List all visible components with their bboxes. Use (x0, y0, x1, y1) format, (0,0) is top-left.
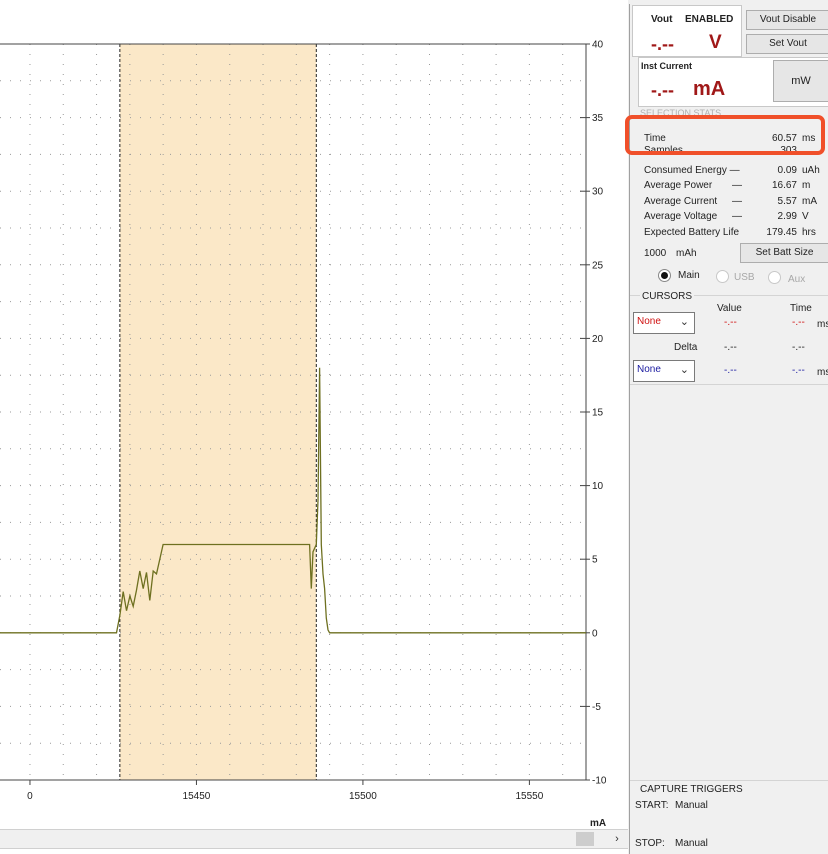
stat-label: Expected Battery Life (644, 227, 740, 238)
cursor2-select[interactable]: None ⌄ (633, 360, 695, 382)
stat-dash: — (732, 196, 742, 207)
battery-size-value: 1000 (644, 248, 667, 259)
inst-current-label: Inst Current (641, 61, 693, 71)
cursor2-select-value: None (637, 364, 661, 375)
y-tick-label: 35 (592, 113, 604, 124)
y-tick-label: -10 (592, 776, 607, 787)
vout-disable-label: Vout Disable (759, 14, 817, 25)
x-tick-label: 15500 (349, 791, 377, 802)
delta-label: Delta (674, 342, 698, 353)
mw-label: mW (791, 75, 811, 87)
inst-current-unit: mA (693, 78, 726, 100)
stat-row: Expected Battery Life 179.45 hrs (644, 227, 828, 241)
vout-value: -.-- (651, 34, 674, 54)
scroll-right-arrow-icon[interactable]: › (610, 831, 624, 847)
cursor1-select-value: None (637, 316, 661, 327)
chart-svg[interactable]: -10 -5 0 5 10 15 20 25 30 35 40 0 15450 15500 15550 mA (0, 0, 628, 854)
stat-label: Average Power (644, 180, 713, 191)
stat-unit: m (802, 180, 811, 191)
stat-value: 16.67 (771, 180, 797, 191)
cursor1-value: -.-- (724, 317, 737, 328)
stat-row: Average Power — 16.67 m (644, 180, 828, 194)
y-tick-label: 25 (592, 260, 604, 271)
channel-aux-label: Aux (788, 274, 806, 285)
current-chart[interactable]: -10 -5 0 5 10 15 20 25 30 35 40 0 15450 15500 15550 mA … (0, 0, 628, 854)
stat-row: Average Voltage — 2.99 V (644, 211, 828, 225)
y-unit-label: mA (590, 818, 606, 829)
stat-label: Average Current (644, 196, 718, 207)
chevron-down-icon: ⌄ (679, 316, 689, 328)
cursors-value-header: Value (717, 303, 742, 314)
stat-unit: mA (802, 196, 817, 207)
x-tick-label: 0 (27, 791, 33, 802)
stat-row: Average Current — 5.57 mA (644, 196, 828, 210)
vout-disable-button[interactable]: Vout Disable (746, 10, 828, 30)
set-vout-label: Set Vout (769, 38, 807, 49)
stat-unit: uAh (802, 165, 820, 176)
set-vout-button[interactable]: Set Vout (746, 34, 828, 54)
y-tick-label: 20 (592, 334, 604, 345)
cursor2-time: -.-- (792, 365, 805, 376)
trigger-stop-value[interactable]: Manual (675, 838, 708, 849)
stat-value: 2.99 (777, 211, 797, 222)
y-tick-label: 15 (592, 408, 604, 419)
x-tick-label: 15550 (515, 791, 543, 802)
y-tick-label: 5 (592, 555, 598, 566)
cursor2-unit: ms (817, 367, 828, 378)
vout-status: ENABLED (685, 14, 734, 25)
delta-time: -.-- (792, 342, 805, 353)
stat-value: 0.09 (777, 165, 797, 176)
battery-size-unit: mAh (676, 248, 697, 259)
channel-usb-label: USB (734, 272, 755, 283)
mw-button[interactable]: mW (773, 60, 828, 102)
y-tick-label: 0 (592, 628, 598, 639)
y-tick-label: 40 (592, 40, 604, 51)
stat-label: Consumed Energy — (644, 165, 740, 176)
channel-main-label: Main (678, 270, 700, 281)
cursor1-time: -.-- (792, 317, 805, 328)
vout-unit: V (709, 32, 722, 53)
delta-value: -.-- (724, 342, 737, 353)
time-stat-highlight (625, 115, 825, 155)
channel-usb-radio[interactable] (716, 270, 729, 283)
stat-value: 5.57 (777, 196, 797, 207)
stat-label: Average Voltage (644, 211, 718, 222)
stat-unit: hrs (802, 227, 816, 238)
inst-current-value: -.-- (651, 80, 674, 100)
selection-band (119, 44, 317, 780)
y-tick-label: -5 (592, 702, 601, 713)
stat-value: 179.45 (766, 227, 797, 238)
vout-label: Vout (651, 14, 673, 25)
y-tick-label: 30 (592, 187, 604, 198)
stat-dash: — (732, 180, 742, 191)
set-batt-size-button[interactable]: Set Batt Size (740, 243, 828, 263)
stat-dash: — (732, 211, 742, 222)
stat-row: Consumed Energy — 0.09 uAh (644, 165, 828, 179)
channel-main-radio[interactable] (658, 269, 671, 282)
triggers-divider (630, 780, 828, 781)
chevron-down-icon: ⌄ (679, 364, 689, 376)
stat-unit: V (802, 211, 809, 222)
x-tick-label: 15450 (183, 791, 211, 802)
trigger-stop-label: STOP: (635, 838, 665, 849)
scrollbar-thumb[interactable] (576, 832, 594, 846)
trigger-start-value[interactable]: Manual (675, 800, 708, 811)
trigger-start-label: START: (635, 800, 669, 811)
set-batt-size-label: Set Batt Size (755, 247, 814, 258)
cursors-header: CURSORS (640, 291, 695, 302)
cursor1-select[interactable]: None ⌄ (633, 312, 695, 334)
vout-box: Vout ENABLED -.-- V (632, 5, 742, 57)
channel-aux-radio[interactable] (768, 271, 781, 284)
cursor1-unit: ms (817, 319, 828, 330)
y-tick-label: 10 (592, 481, 604, 492)
cursor2-value: -.-- (724, 365, 737, 376)
cursors-time-header: Time (790, 303, 812, 314)
horizontal-scrollbar[interactable]: › (0, 829, 628, 849)
capture-triggers-header: CAPTURE TRIGGERS (640, 784, 743, 795)
